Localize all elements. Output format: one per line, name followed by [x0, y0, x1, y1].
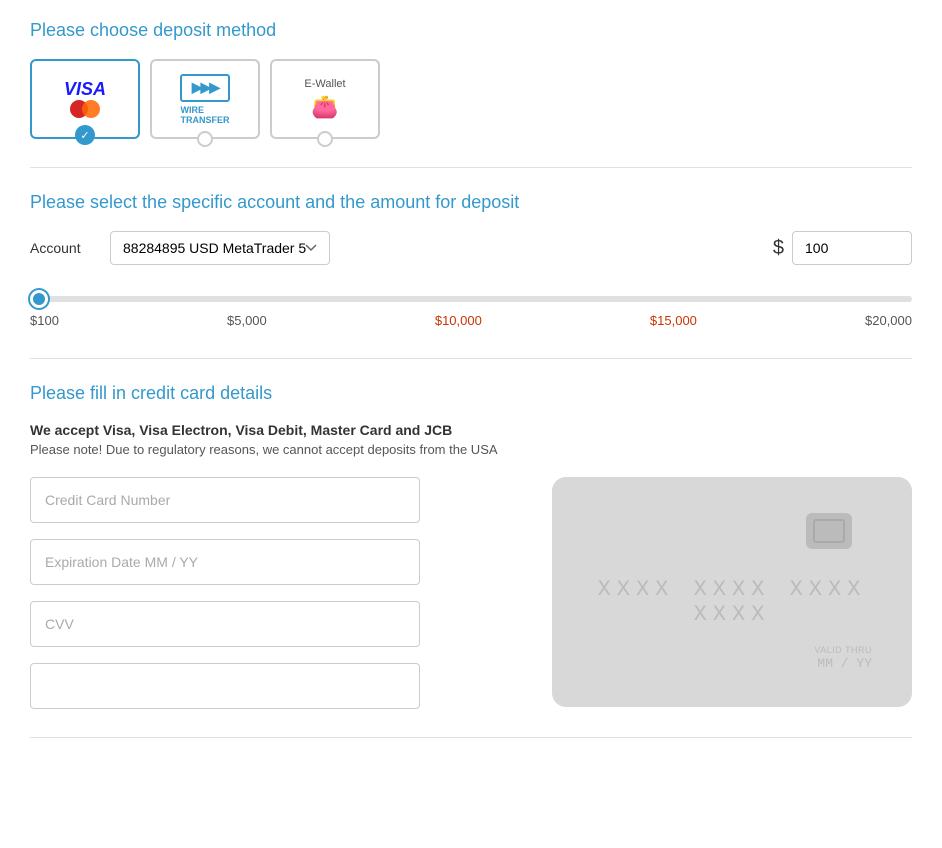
amount-slider-container: $100 $5,000 $10,000 $15,000 $20,000 — [30, 289, 912, 328]
ewallet-label: E-Wallet — [304, 78, 345, 90]
dollar-sign-icon: $ — [773, 237, 784, 260]
account-section-title: Please select the specific account and t… — [30, 192, 912, 213]
expiry-input[interactable] — [30, 539, 420, 585]
wire-transfer-label: WIRETRANSFER — [181, 105, 230, 125]
card-chip-icon — [806, 513, 852, 549]
card-details-section: Please fill in credit card details We ac… — [30, 383, 912, 709]
deposit-method-options: VISA ✓ ▶▶▶ WIRETRANSFER E-Wallet 👛 — [30, 59, 912, 139]
card-expiry-display: MM / YY — [817, 656, 872, 671]
ewallet-radio[interactable] — [317, 131, 333, 147]
amount-slider[interactable] — [30, 296, 912, 302]
account-row: Account 88284895 USD MetaTrader 5 $ — [30, 231, 912, 265]
method-ewallet[interactable]: E-Wallet 👛 — [270, 59, 380, 139]
slider-label-5k: $5,000 — [227, 313, 267, 328]
section-divider-1 — [30, 167, 912, 168]
mc-circle-orange — [82, 100, 100, 118]
selected-checkmark-icon: ✓ — [75, 125, 95, 145]
account-label: Account — [30, 240, 90, 256]
amount-group: $ — [773, 231, 912, 265]
card-number-display: XXXX XXXX XXXX XXXX — [582, 577, 882, 627]
wire-arrows-icon: ▶▶▶ — [192, 79, 218, 96]
method-wire-transfer[interactable]: ▶▶▶ WIRETRANSFER — [150, 59, 260, 139]
section-divider-2 — [30, 358, 912, 359]
visa-text: VISA — [64, 80, 106, 98]
card-details-title: Please fill in credit card details — [30, 383, 912, 404]
card-expiry-label: VALID THRU — [814, 645, 872, 655]
warning-text: Please note! Due to regulatory reasons, … — [30, 442, 912, 457]
slider-label-10k: $10,000 — [435, 313, 482, 328]
wire-box: ▶▶▶ — [180, 74, 230, 102]
accept-text: We accept Visa, Visa Electron, Visa Debi… — [30, 422, 912, 438]
slider-labels: $100 $5,000 $10,000 $15,000 $20,000 — [30, 313, 912, 328]
slider-label-min: $100 — [30, 313, 59, 328]
wire-radio[interactable] — [197, 131, 213, 147]
card-visual: XXXX XXXX XXXX XXXX VALID THRU MM / YY — [552, 477, 912, 707]
cvv-input[interactable] — [30, 601, 420, 647]
section-divider-3 — [30, 737, 912, 738]
mastercard-circles — [70, 100, 100, 118]
account-select[interactable]: 88284895 USD MetaTrader 5 — [110, 231, 330, 265]
amount-input[interactable] — [792, 231, 912, 265]
deposit-method-title: Please choose deposit method — [30, 20, 912, 41]
card-form-row: XXXX XXXX XXXX XXXX VALID THRU MM / YY — [30, 477, 912, 709]
method-visa-mc[interactable]: VISA ✓ — [30, 59, 140, 139]
card-fields — [30, 477, 512, 709]
slider-label-15k: $15,000 — [650, 313, 697, 328]
card-number-input[interactable] — [30, 477, 420, 523]
wire-transfer-logo: ▶▶▶ WIRETRANSFER — [180, 74, 230, 125]
wallet-icon: 👛 — [311, 94, 338, 120]
visa-mc-logo: VISA — [64, 80, 106, 118]
ewallet-logo: E-Wallet 👛 — [304, 78, 345, 120]
extra-input[interactable] — [30, 663, 420, 709]
slider-label-max: $20,000 — [865, 313, 912, 328]
